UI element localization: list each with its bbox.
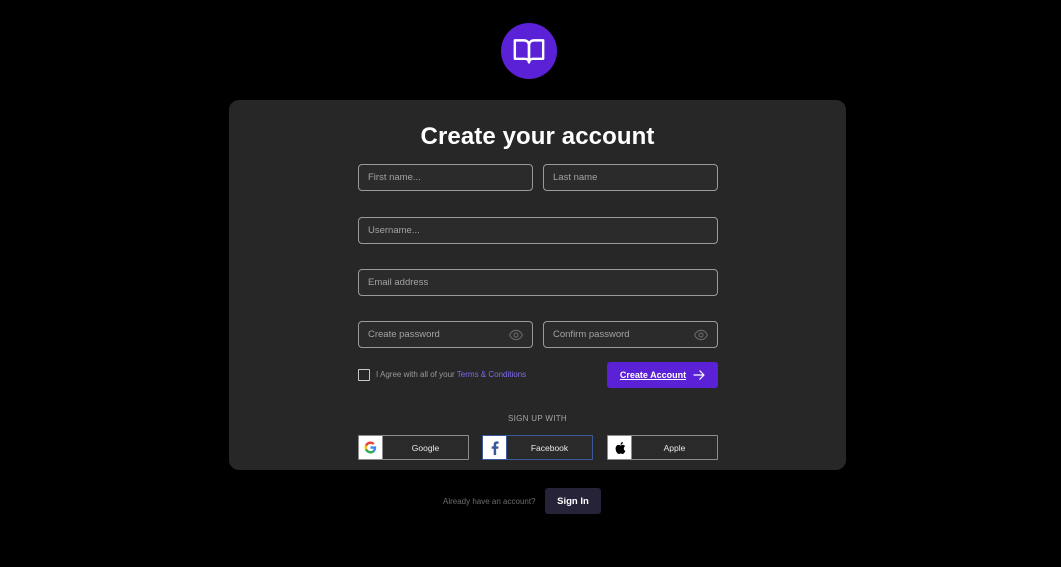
facebook-signup-button[interactable]: Facebook (482, 435, 593, 460)
facebook-icon (483, 436, 507, 459)
facebook-label: Facebook (530, 442, 569, 453)
already-have-account-text: Already have an account? (443, 497, 536, 506)
last-name-input[interactable] (553, 165, 717, 190)
agree-text: I Agree with all of your (376, 370, 455, 379)
google-signup-button[interactable]: Google (358, 435, 469, 460)
book-icon (513, 39, 545, 64)
apple-label: Apple (663, 442, 686, 453)
create-account-label: Create Account (619, 370, 687, 380)
signup-card: Create your account I Agree with all of … (229, 100, 846, 470)
apple-signup-button[interactable]: Apple (607, 435, 718, 460)
signup-with-heading: SIGN UP WITH (507, 414, 567, 423)
sign-in-button[interactable]: Sign In (545, 488, 601, 514)
first-name-input[interactable] (368, 165, 532, 190)
eye-icon[interactable] (509, 329, 523, 341)
password-field[interactable] (358, 321, 533, 348)
create-account-button[interactable]: Create Account (607, 362, 718, 388)
google-label: Google (411, 442, 440, 453)
arrow-right-icon (693, 370, 705, 380)
email-input[interactable] (368, 270, 717, 295)
terms-agreement: I Agree with all of your Terms & Conditi… (376, 370, 526, 379)
last-name-field[interactable] (543, 164, 718, 191)
eye-icon[interactable] (694, 329, 708, 341)
page-title: Create your account (420, 123, 655, 150)
google-icon (359, 436, 383, 459)
username-field[interactable] (358, 217, 718, 244)
terms-link[interactable]: Terms & Conditions (457, 370, 526, 379)
confirm-password-input[interactable] (553, 322, 717, 347)
confirm-password-field[interactable] (543, 321, 718, 348)
app-logo (501, 23, 557, 79)
terms-checkbox[interactable] (358, 369, 370, 381)
apple-icon (608, 436, 632, 459)
email-field[interactable] (358, 269, 718, 296)
first-name-field[interactable] (358, 164, 533, 191)
username-input[interactable] (368, 218, 717, 243)
password-input[interactable] (368, 322, 532, 347)
